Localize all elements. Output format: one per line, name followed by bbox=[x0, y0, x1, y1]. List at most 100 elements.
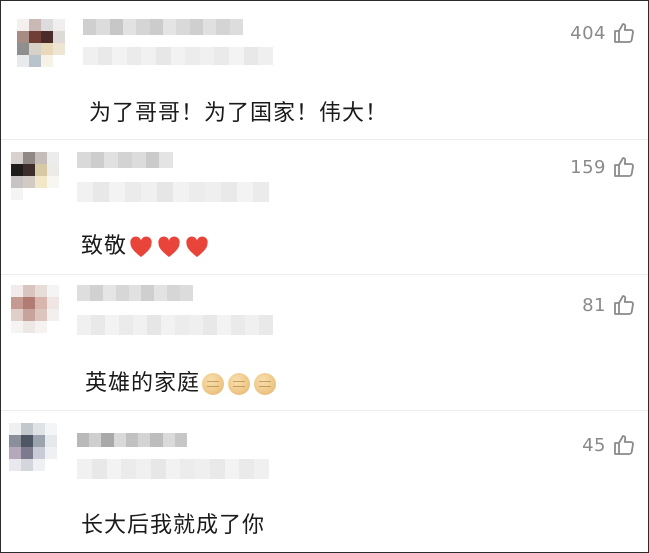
blur-block bbox=[141, 47, 157, 65]
avatar-pixel bbox=[33, 471, 45, 483]
blur-block bbox=[125, 182, 141, 202]
avatar-pixel bbox=[53, 55, 65, 67]
comment-text-row: 英雄的家庭 bbox=[85, 365, 277, 397]
avatar-pixel bbox=[23, 152, 35, 164]
blur-block bbox=[104, 152, 119, 168]
avatar-pixel bbox=[59, 333, 71, 345]
avatar-pixel bbox=[21, 447, 33, 459]
like-count-button[interactable]: 45 bbox=[582, 433, 636, 457]
thumbs-up-icon[interactable] bbox=[612, 155, 636, 179]
avatar-pixel bbox=[41, 67, 53, 79]
blur-block bbox=[216, 19, 230, 35]
blur-block bbox=[189, 182, 205, 202]
username-blurred[interactable] bbox=[83, 19, 243, 35]
blur-block bbox=[189, 315, 203, 335]
blur-block bbox=[165, 459, 181, 479]
avatar-pixel bbox=[23, 321, 35, 333]
blur-block bbox=[147, 315, 161, 335]
avatar[interactable] bbox=[11, 285, 71, 345]
blur-block bbox=[176, 19, 190, 35]
blur-block bbox=[122, 19, 137, 35]
like-count: 159 bbox=[570, 156, 606, 178]
avatar-pixel bbox=[17, 55, 29, 67]
blur-block bbox=[136, 459, 151, 479]
blur-block bbox=[170, 47, 186, 65]
avatar-pixel bbox=[47, 297, 59, 309]
blur-block bbox=[77, 315, 91, 335]
thumbs-up-icon[interactable] bbox=[612, 21, 636, 45]
avatar-pixel bbox=[9, 459, 21, 471]
blur-block bbox=[121, 459, 137, 479]
avatar-pixel bbox=[53, 67, 65, 79]
avatar-pixel bbox=[23, 176, 35, 188]
avatar-pixel bbox=[35, 309, 47, 321]
user-meta-blurred bbox=[77, 315, 273, 335]
username-blurred[interactable] bbox=[77, 433, 187, 447]
heart-emoji-icon bbox=[130, 236, 152, 257]
like-count: 81 bbox=[582, 294, 606, 316]
avatar[interactable] bbox=[11, 152, 71, 212]
blur-block bbox=[145, 152, 160, 168]
avatar-pixel bbox=[9, 435, 21, 447]
avatar-pixel bbox=[41, 55, 53, 67]
thumbs-up-icon[interactable] bbox=[612, 433, 636, 457]
comment-text: 长大后我就成了你 bbox=[81, 513, 266, 538]
avatar-pixel bbox=[45, 447, 57, 459]
blur-block bbox=[245, 315, 259, 335]
avatar-pixel bbox=[23, 333, 35, 345]
avatar-pixel bbox=[59, 285, 71, 297]
comment-text: 致敬 bbox=[81, 234, 128, 259]
blur-block bbox=[149, 19, 163, 35]
blur-block bbox=[229, 47, 244, 65]
avatar[interactable] bbox=[9, 423, 69, 483]
avatar-pixel bbox=[57, 447, 69, 459]
blur-block bbox=[156, 47, 171, 65]
avatar-pixel bbox=[11, 188, 23, 200]
avatar-pixel bbox=[29, 55, 41, 67]
blur-block bbox=[199, 47, 215, 65]
blur-block bbox=[189, 19, 203, 35]
avatar-pixel bbox=[45, 435, 57, 447]
like-count-button[interactable]: 81 bbox=[582, 293, 636, 317]
like-count-button[interactable]: 404 bbox=[570, 21, 636, 45]
avatar-pixel bbox=[47, 152, 59, 164]
like-count-button[interactable]: 159 bbox=[570, 155, 636, 179]
comment-item: 81 英雄的家庭 bbox=[1, 275, 648, 410]
emoji-row bbox=[202, 373, 277, 395]
comment-item: 45 长大后我就成了你 bbox=[1, 411, 648, 552]
avatar-pixel bbox=[21, 435, 33, 447]
comment-item: 404 为了哥哥！为了国家！伟大！ bbox=[1, 1, 648, 139]
avatar-pixel bbox=[35, 285, 47, 297]
avatar-pixel bbox=[57, 459, 69, 471]
blur-block bbox=[180, 459, 196, 479]
avatar-pixel bbox=[23, 309, 35, 321]
avatar-pixel bbox=[9, 423, 21, 435]
avatar-pixel bbox=[47, 321, 59, 333]
avatar-pixel bbox=[57, 471, 69, 483]
blur-block bbox=[96, 19, 110, 35]
blur-block bbox=[243, 47, 259, 65]
blur-block bbox=[141, 182, 157, 202]
blur-block bbox=[185, 47, 200, 65]
avatar-pixel bbox=[21, 459, 33, 471]
blur-block bbox=[131, 152, 146, 168]
avatar-pixel bbox=[53, 43, 65, 55]
blur-block bbox=[138, 433, 151, 447]
blur-block bbox=[77, 182, 93, 202]
thumbs-up-icon[interactable] bbox=[612, 293, 636, 317]
fist-emoji-icon bbox=[254, 373, 277, 395]
blur-block bbox=[162, 19, 177, 35]
avatar-pixel bbox=[23, 297, 35, 309]
username-blurred[interactable] bbox=[77, 152, 174, 168]
blur-block bbox=[136, 19, 150, 35]
user-meta-blurred bbox=[77, 182, 269, 202]
fist-emoji-icon bbox=[202, 373, 225, 395]
username-blurred[interactable] bbox=[77, 285, 194, 301]
blur-block bbox=[174, 433, 187, 447]
avatar-pixel bbox=[9, 447, 21, 459]
comment-text: 为了哥哥！为了国家！伟大！ bbox=[89, 101, 389, 126]
avatar[interactable] bbox=[17, 19, 77, 79]
avatar-pixel bbox=[47, 200, 59, 212]
blur-block bbox=[237, 182, 253, 202]
avatar-pixel bbox=[17, 19, 29, 31]
